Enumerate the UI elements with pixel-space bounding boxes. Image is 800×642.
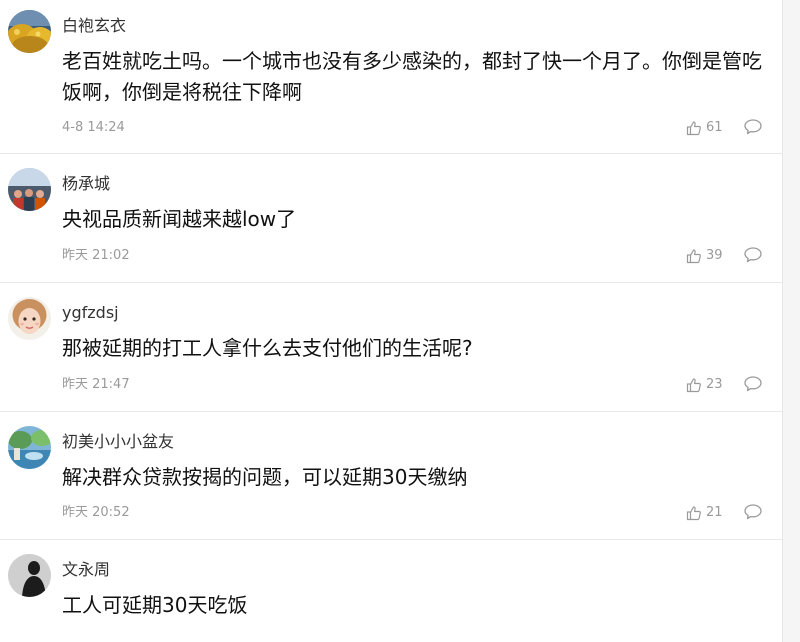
like-button[interactable]: 23 bbox=[686, 375, 723, 395]
comment-list: 白袍玄衣 老百姓就吃土吗。一个城市也没有多少感染的，都封了快一个月了。你倒是管吃… bbox=[0, 0, 782, 642]
reply-button[interactable] bbox=[743, 374, 763, 394]
thumbs-up-icon bbox=[686, 378, 701, 393]
comment-time: 4-8 14:24 bbox=[62, 120, 125, 135]
comment-username[interactable]: 文永周 bbox=[62, 560, 110, 580]
user-avatar[interactable] bbox=[8, 297, 51, 340]
like-count: 21 bbox=[706, 505, 723, 520]
user-avatar[interactable] bbox=[8, 10, 51, 53]
comment-username[interactable]: 杨承城 bbox=[62, 174, 110, 194]
user-avatar[interactable] bbox=[8, 554, 51, 597]
group-photo-avatar-icon bbox=[8, 168, 51, 211]
comment-username[interactable]: ygfzdsj bbox=[62, 303, 119, 323]
comment-username[interactable]: 初美小小小盆友 bbox=[62, 432, 174, 452]
scrollbar[interactable] bbox=[783, 0, 800, 642]
reply-button[interactable] bbox=[743, 245, 763, 265]
divider bbox=[0, 411, 782, 412]
divider bbox=[0, 153, 782, 154]
comment-username[interactable]: 白袍玄衣 bbox=[62, 16, 126, 36]
reply-button[interactable] bbox=[743, 117, 763, 137]
like-count: 23 bbox=[706, 377, 723, 392]
divider bbox=[0, 539, 782, 540]
like-count: 39 bbox=[706, 248, 723, 263]
like-button[interactable]: 39 bbox=[686, 246, 723, 266]
comment-content: 那被延期的打工人拿什么去支付他们的生活呢? bbox=[62, 336, 473, 360]
comment-time: 昨天 21:02 bbox=[62, 248, 130, 263]
silhouette-avatar-icon bbox=[8, 554, 51, 597]
like-button[interactable]: 21 bbox=[686, 503, 723, 523]
divider bbox=[0, 282, 782, 283]
like-button[interactable]: 61 bbox=[686, 118, 723, 138]
comment-bubble-icon bbox=[744, 119, 762, 135]
yellow-landscape-avatar-icon bbox=[8, 10, 51, 53]
comment-content: 央视品质新闻越来越low了 bbox=[62, 207, 297, 231]
comment-time: 昨天 21:47 bbox=[62, 377, 130, 392]
reply-button[interactable] bbox=[743, 502, 763, 522]
user-avatar[interactable] bbox=[8, 168, 51, 211]
user-avatar[interactable] bbox=[8, 426, 51, 469]
comment-content: 工人可延期30天吃饭 bbox=[62, 593, 248, 617]
comment-bubble-icon bbox=[744, 376, 762, 392]
comment-bubble-icon bbox=[744, 504, 762, 520]
thumbs-up-icon bbox=[686, 506, 701, 521]
comment-content: 老百姓就吃土吗。一个城市也没有多少感染的，都封了快一个月了。你倒是管吃饭啊，你倒… bbox=[62, 49, 762, 104]
thumbs-up-icon bbox=[686, 121, 701, 136]
comment-bubble-icon bbox=[744, 247, 762, 263]
scenic-photo-avatar-icon bbox=[8, 426, 51, 469]
girl-face-avatar-icon bbox=[8, 297, 51, 340]
comment-content: 解决群众贷款按揭的问题，可以延期30天缴纳 bbox=[62, 465, 468, 489]
like-count: 61 bbox=[706, 120, 723, 135]
thumbs-up-icon bbox=[686, 249, 701, 264]
comment-time: 昨天 20:52 bbox=[62, 505, 130, 520]
